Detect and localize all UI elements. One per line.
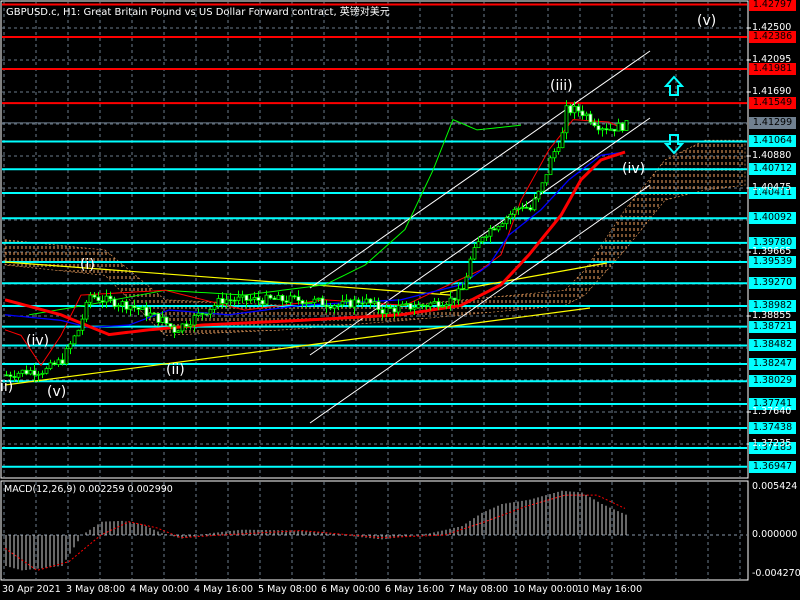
- price-axis-label: 1.38855: [752, 309, 792, 321]
- price-axis-label: 1.40880: [752, 149, 792, 161]
- time-axis-label: 5 May 08:00: [258, 584, 318, 595]
- time-axis-label: 6 May 16:00: [385, 584, 445, 595]
- level-price-label: 1.37438: [749, 421, 796, 434]
- elliott-wave-label: (iii): [550, 78, 573, 94]
- time-axis-label: 10 May 16:00: [577, 584, 643, 595]
- elliott-wave-label: (iv): [622, 161, 646, 177]
- elliott-wave-label: (v): [697, 13, 717, 29]
- price-axis-label: 1.42500: [752, 22, 792, 33]
- time-axis-label: 10 May 00:00: [513, 584, 579, 595]
- macd-axis-label: 0.005424: [752, 481, 798, 492]
- level-price-label: 1.42797: [749, 0, 796, 11]
- level-price-label: 1.36947: [749, 460, 796, 473]
- price-axis-label: 1.40475: [752, 181, 792, 193]
- macd-axis-label: 0.000000: [752, 529, 798, 540]
- elliott-wave-label: (iv): [26, 333, 50, 349]
- level-price-label: 1.40092: [749, 212, 796, 225]
- elliott-wave-label: (i): [80, 257, 95, 273]
- level-price-label: 1.38482: [749, 339, 796, 352]
- time-axis-label: 3 May 08:00: [66, 584, 126, 595]
- time-axis-label: 7 May 08:00: [449, 584, 509, 595]
- time-axis-label: 4 May 00:00: [130, 584, 190, 595]
- elliott-wave-label: ii): [0, 379, 14, 395]
- axis-labels-layer: 1.42797 1.42386 1.41981 1.41549 1.41299 1.410…: [0, 0, 800, 600]
- level-price-label: 1.40712: [749, 163, 796, 176]
- elliott-wave-label: (v): [47, 384, 67, 400]
- chart-title: GBPUSD.c, H1: Great Britain Pound vs US …: [6, 7, 390, 18]
- price-axis-label: 1.39665: [752, 245, 792, 257]
- macd-label: MACD(12,26,9) 0.002259 0.002990: [4, 484, 173, 495]
- level-price-label: 1.41299: [749, 116, 796, 129]
- price-axis-label: 1.37235: [752, 437, 792, 449]
- time-axis-label: 30 Apr 2021: [2, 584, 61, 595]
- level-price-label: 1.38247: [749, 358, 796, 371]
- level-price-label: 1.39270: [749, 277, 796, 290]
- level-price-label: 1.38721: [749, 320, 796, 333]
- time-axis-label: 4 May 16:00: [194, 584, 254, 595]
- price-axis-label: 1.41690: [752, 85, 792, 97]
- macd-axis-label: -0.004270: [752, 568, 800, 579]
- level-price-label: 1.41549: [749, 97, 796, 110]
- level-price-label: 1.41064: [749, 135, 796, 148]
- price-axis-label: 1.37640: [752, 405, 792, 417]
- level-price-label: 1.38029: [749, 375, 796, 388]
- time-axis-label: 6 May 00:00: [321, 584, 381, 595]
- price-axis-label: 1.42095: [752, 53, 792, 65]
- level-price-label: 1.39539: [749, 255, 796, 268]
- elliott-wave-label: (ii): [166, 362, 185, 378]
